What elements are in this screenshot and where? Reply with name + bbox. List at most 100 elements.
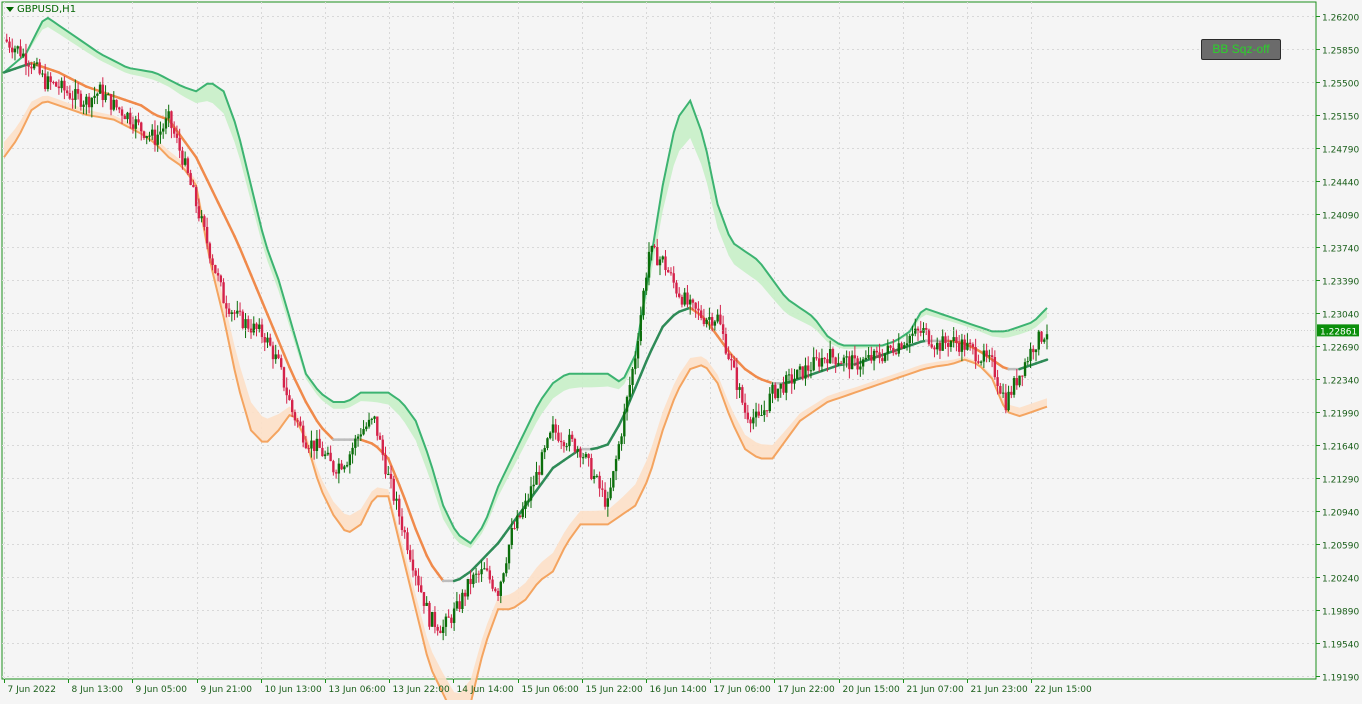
candle-body: [214, 265, 217, 274]
candle-body: [68, 93, 72, 99]
candle-body: [392, 478, 395, 501]
candle-body: [661, 256, 664, 260]
candle-body: [743, 402, 747, 413]
candle-body: [263, 337, 266, 343]
candle-body: [85, 96, 88, 105]
candle-body: [354, 438, 357, 448]
y-tick-label: 1.21290: [1322, 476, 1359, 486]
candle-body: [1034, 349, 1038, 353]
candle-body: [43, 73, 47, 90]
candle-body: [378, 435, 382, 440]
candle-body: [559, 440, 563, 443]
candle-body: [337, 463, 341, 474]
candle-body: [1012, 378, 1016, 395]
candle-body: [606, 498, 610, 507]
candle-body: [776, 388, 780, 398]
candle-body: [551, 424, 555, 433]
candle-body: [365, 426, 368, 430]
y-tick-label: 1.23740: [1322, 245, 1359, 255]
candle-body: [491, 579, 494, 589]
candle-body: [398, 498, 401, 517]
candle-body: [985, 350, 988, 357]
candle-body: [1037, 331, 1040, 350]
candle-body: [796, 369, 799, 379]
candle-body: [280, 358, 283, 368]
candle-body: [688, 299, 692, 305]
candle-body: [538, 471, 541, 475]
candle-body: [872, 350, 876, 361]
symbol-title-bar[interactable]: GBPUSD,H1: [6, 4, 76, 15]
candle-body: [735, 367, 739, 390]
candle-body: [120, 109, 124, 116]
candle-body: [227, 308, 231, 314]
candle-body: [219, 275, 223, 283]
candle-body: [463, 592, 467, 597]
candle-body: [211, 258, 214, 266]
candle-body: [861, 359, 865, 367]
candle-body: [447, 616, 450, 618]
candle-body: [793, 378, 796, 384]
candle-body: [757, 411, 761, 416]
candle-body: [315, 438, 319, 451]
candle-body: [960, 339, 964, 352]
candle-body: [233, 312, 236, 314]
candle-body: [326, 452, 330, 455]
y-tick-label: 1.22340: [1322, 377, 1359, 387]
candle-body: [623, 411, 626, 437]
candle-body: [513, 528, 516, 530]
bb-squeeze-button[interactable]: BB Sqz-off: [1201, 39, 1281, 60]
candle-body: [409, 550, 412, 560]
candle-body: [691, 299, 695, 303]
candle-body: [949, 341, 953, 347]
candle-body: [763, 410, 766, 416]
candle-body: [658, 259, 662, 266]
candle-body: [505, 563, 508, 574]
candle-body: [568, 434, 571, 447]
candle-body: [461, 592, 464, 610]
candle-body: [452, 608, 456, 623]
candle-body: [60, 80, 63, 89]
candle-body: [609, 487, 612, 499]
candle-body: [713, 321, 717, 326]
y-tick-label: 1.20590: [1322, 542, 1359, 552]
candle-body: [518, 515, 522, 518]
candle-body: [76, 89, 80, 94]
current-price-label: 1.22861: [1320, 327, 1357, 337]
x-tick-label: 13 Jun 22:00: [393, 685, 450, 695]
candle-body: [345, 465, 349, 467]
candle-body: [708, 317, 711, 320]
candle-body: [540, 452, 544, 475]
candle-body: [123, 115, 126, 120]
candle-body: [112, 99, 115, 110]
candle-body: [1029, 348, 1032, 362]
candle-body: [562, 442, 566, 447]
chevron-down-icon[interactable]: [6, 7, 14, 12]
price-chart[interactable]: 1.26200 1.25850 1.25500 1.25150 1.24790 1.244…: [0, 0, 1362, 704]
candle-body: [129, 112, 132, 125]
y-tick-label: 1.21640: [1322, 443, 1359, 453]
candle-body: [647, 251, 651, 278]
candle-body: [656, 247, 659, 266]
middle-band-segment: [1040, 358, 1049, 363]
candle-body: [389, 473, 393, 479]
y-tick-label: 1.19890: [1322, 608, 1359, 618]
candle-body: [161, 128, 165, 132]
candle-body: [32, 63, 36, 69]
chart-area[interactable]: 1.26200 1.25850 1.25500 1.25150 1.24790 1.244…: [0, 0, 1362, 704]
candle-body: [952, 337, 955, 342]
candle-body: [930, 344, 933, 348]
candle-body: [955, 337, 958, 344]
candle-body: [516, 515, 519, 529]
candle-body: [118, 107, 121, 110]
candle-body: [587, 454, 590, 459]
candle-body: [1045, 334, 1049, 340]
candle-body: [359, 434, 363, 437]
y-tick-label: 1.20240: [1322, 575, 1359, 585]
candle-body: [466, 578, 470, 597]
candle-body: [730, 359, 733, 361]
candle-body: [321, 447, 324, 457]
candle-body: [183, 158, 187, 165]
candle-body: [903, 345, 906, 349]
candle-body: [510, 528, 513, 545]
candle-body: [595, 475, 599, 477]
